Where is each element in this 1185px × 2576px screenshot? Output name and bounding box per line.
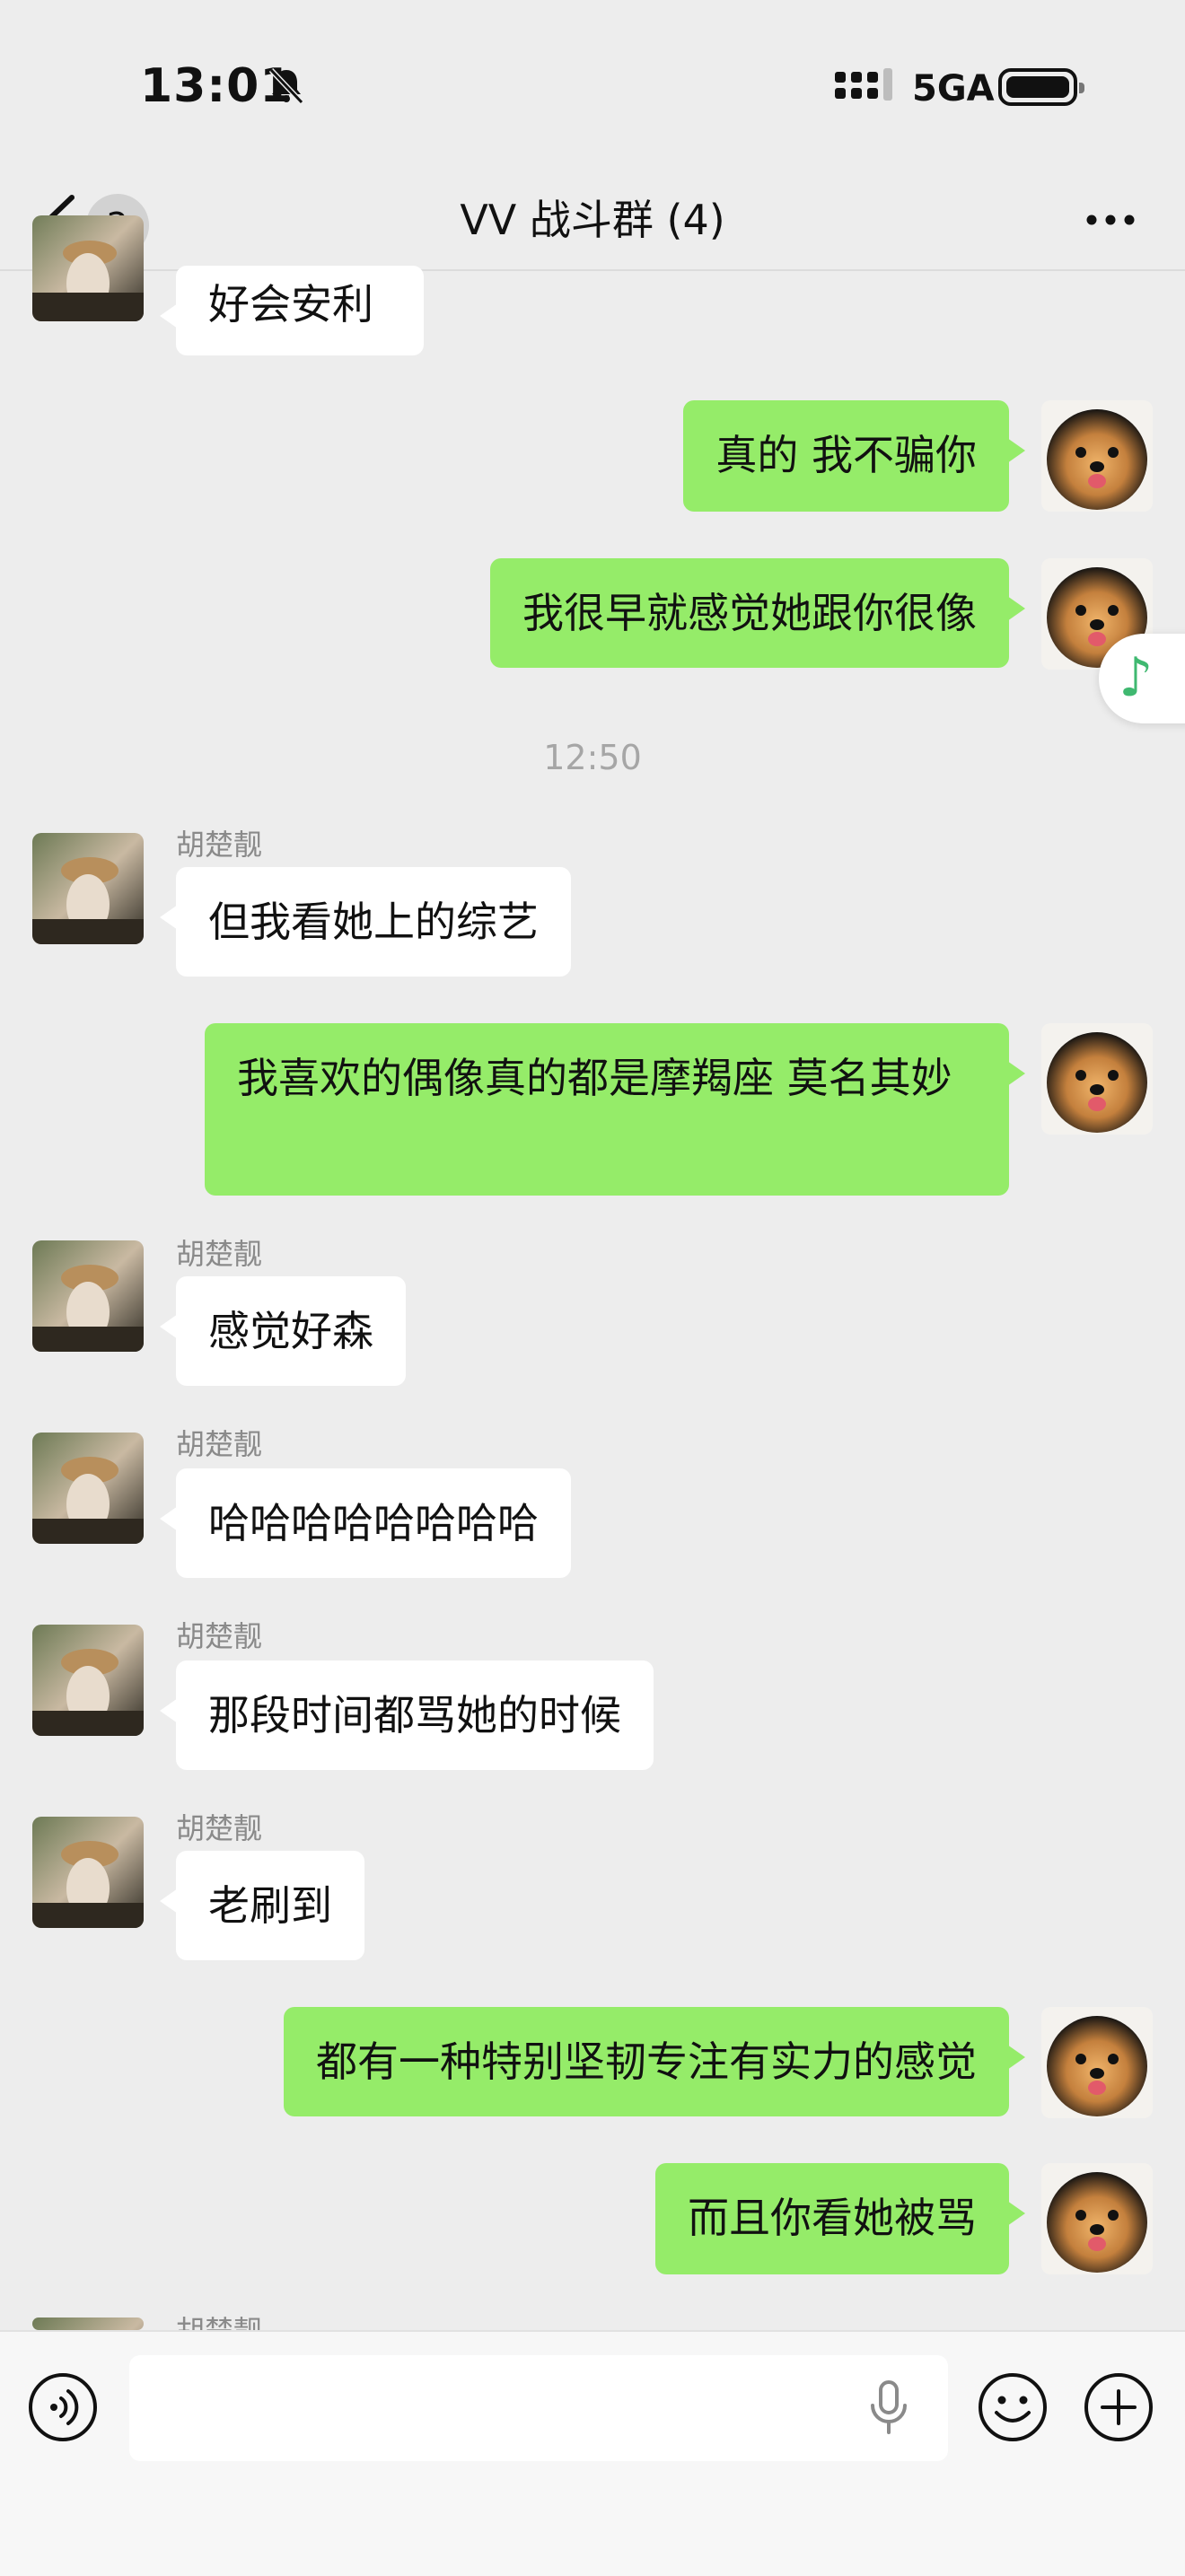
mute-bell-icon <box>268 67 304 105</box>
music-note-icon: ♪ <box>1119 646 1154 709</box>
avatar[interactable] <box>32 1625 144 1736</box>
message-bubble[interactable]: 我喜欢的偶像真的都是摩羯座 莫名其妙 <box>205 1023 1025 1196</box>
message-bubble[interactable]: 好会安利 <box>160 266 424 355</box>
sender-name: 胡楚靓 <box>176 1811 263 1845</box>
chat-title: VV 战斗群 (4) <box>460 196 725 244</box>
battery-icon <box>998 68 1084 106</box>
input-bar <box>0 2330 1185 2576</box>
avatar[interactable] <box>32 2318 144 2330</box>
avatar[interactable] <box>1041 400 1153 512</box>
message-text: 哈哈哈哈哈哈哈哈 <box>208 1499 539 1547</box>
avatar[interactable] <box>32 1817 144 1928</box>
plus-icon[interactable] <box>1083 2371 1154 2443</box>
microphone-icon[interactable] <box>865 2379 912 2438</box>
avatar[interactable] <box>32 1240 144 1352</box>
message-input[interactable] <box>129 2355 948 2461</box>
message-text: 我喜欢的偶像真的都是摩羯座 莫名其妙 <box>237 1054 952 1102</box>
signal-icon <box>835 68 892 101</box>
voice-icon[interactable] <box>27 2371 99 2443</box>
message-bubble[interactable]: 那段时间都骂她的时候 <box>160 1660 654 1770</box>
emoji-icon[interactable] <box>977 2371 1049 2443</box>
message-bubble[interactable]: 哈哈哈哈哈哈哈哈 <box>160 1468 571 1578</box>
avatar[interactable] <box>1041 2163 1153 2274</box>
message-bubble[interactable]: 我很早就感觉她跟你很像 <box>490 558 1025 668</box>
floating-music-button[interactable]: ♪ <box>1099 634 1185 723</box>
message-text: 真的 我不骗你 <box>715 431 977 479</box>
avatar[interactable] <box>1041 2007 1153 2118</box>
message-bubble[interactable]: 但我看她上的综艺 <box>160 867 571 977</box>
message-bubble[interactable]: 而且你看她被骂 <box>655 2163 1025 2274</box>
message-bubble[interactable]: 真的 我不骗你 <box>683 400 1025 512</box>
timestamp: 12:50 <box>543 738 642 777</box>
message-text: 而且你看她被骂 <box>688 2194 977 2242</box>
sender-name: 胡楚靓 <box>176 1619 263 1653</box>
message-bubble[interactable]: 老刷到 <box>160 1851 364 1960</box>
message-text: 那段时间都骂她的时候 <box>208 1691 621 1739</box>
sender-name: 胡楚靓 <box>176 828 263 862</box>
status-bar: 13:01 5GA <box>0 0 1185 171</box>
avatar[interactable] <box>32 215 144 321</box>
sender-name: 胡楚靓 <box>176 2309 262 2330</box>
message-text: 好会安利 <box>208 280 373 329</box>
message-text: 我很早就感觉她跟你很像 <box>522 589 977 637</box>
avatar[interactable] <box>32 833 144 944</box>
sender-name: 胡楚靓 <box>176 1237 263 1271</box>
message-bubble[interactable]: 感觉好森 <box>160 1276 406 1386</box>
chat-header: 2 VV 战斗群 (4) <box>0 171 1185 271</box>
network-label: 5GA <box>912 68 995 110</box>
message-text: 但我看她上的综艺 <box>208 898 539 946</box>
message-text: 老刷到 <box>208 1881 332 1930</box>
avatar[interactable] <box>1041 1023 1153 1135</box>
message-bubble[interactable]: 都有一种特别坚韧专注有实力的感觉 <box>284 2007 1025 2116</box>
sender-name: 胡楚靓 <box>176 1427 263 1461</box>
message-text: 感觉好森 <box>208 1307 373 1355</box>
message-text: 都有一种特别坚韧专注有实力的感觉 <box>316 2037 977 2086</box>
more-icon[interactable] <box>1079 197 1142 242</box>
avatar[interactable] <box>32 1433 144 1544</box>
